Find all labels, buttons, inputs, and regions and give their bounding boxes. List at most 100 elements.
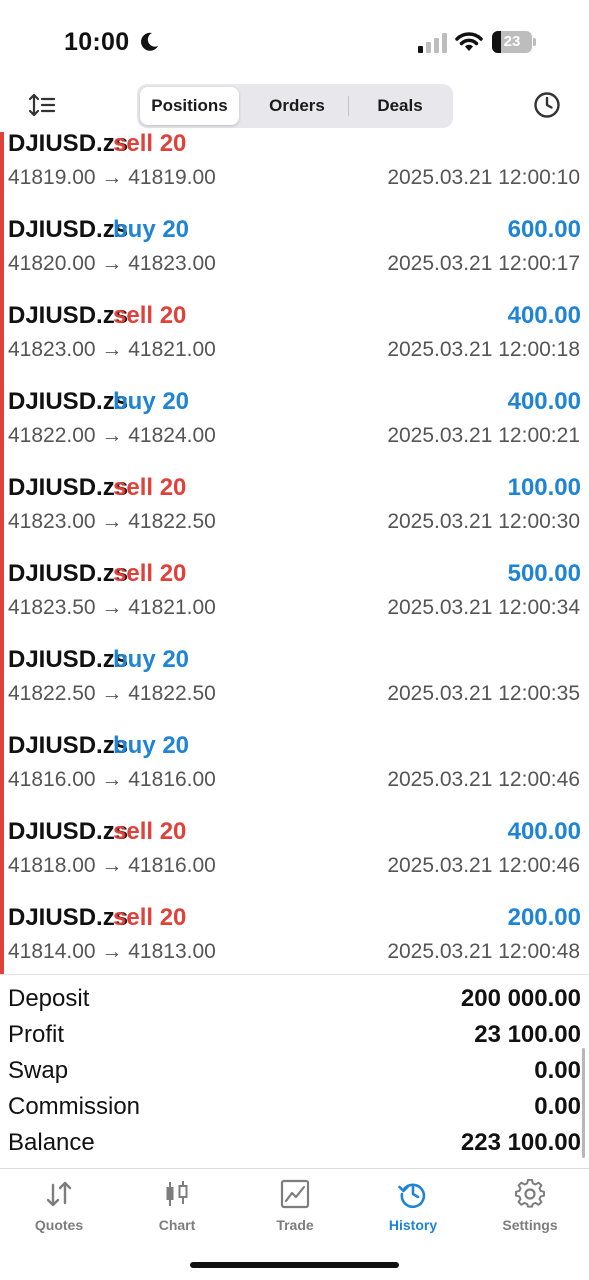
summary-label: Profit xyxy=(8,1021,65,1048)
tab-label: Settings xyxy=(502,1217,558,1233)
deal-symbol: DJIUSD.zs xyxy=(8,732,129,759)
deal-type: sell 20 xyxy=(113,818,187,845)
deal-time: 2025.03.21 12:00:10 xyxy=(387,166,580,189)
summary-row-swap: Swap 0.00 xyxy=(0,1057,589,1093)
deal-time: 2025.03.21 12:00:35 xyxy=(387,682,580,705)
scrollbar[interactable] xyxy=(582,1048,585,1158)
tab-label: History xyxy=(388,1217,438,1233)
moon-icon xyxy=(141,32,158,51)
deal-row[interactable]: DJIUSD.zs sell 20 200.00 41814.00 → 4181… xyxy=(0,904,589,974)
summary-value: 23 100.00 xyxy=(474,1021,581,1048)
deal-time: 2025.03.21 12:00:30 xyxy=(387,510,580,533)
deals-list[interactable]: DJIUSD.zs sell 20 41819.00 → 41819.00 20… xyxy=(0,132,589,974)
tab-positions[interactable]: Positions xyxy=(140,87,239,125)
clock-icon[interactable] xyxy=(533,91,561,119)
tab-label: Trade xyxy=(276,1217,314,1233)
deal-symbol: DJIUSD.zs xyxy=(8,216,129,243)
tab-settings[interactable]: Settings xyxy=(471,1169,589,1239)
tab-history[interactable]: History xyxy=(354,1169,472,1239)
deal-row[interactable]: DJIUSD.zs sell 20 400.00 41818.00 → 4181… xyxy=(0,818,589,904)
deal-prices: 41823.00 → 41821.00 xyxy=(8,338,216,361)
segmented-control: Positions Orders Deals xyxy=(137,84,453,128)
summary-value: 0.00 xyxy=(534,1057,581,1084)
deal-prices: 41820.00 → 41823.00 xyxy=(8,252,216,275)
tab-quotes[interactable]: Quotes xyxy=(0,1169,118,1239)
deal-symbol: DJIUSD.zs xyxy=(8,302,129,329)
deal-type: buy 20 xyxy=(113,646,190,673)
deal-row[interactable]: DJIUSD.zs buy 20 41816.00 → 41816.00 202… xyxy=(0,732,589,818)
deal-prices: 41818.00 → 41816.00 xyxy=(8,854,216,877)
account-summary: Deposit 200 000.00 Profit 23 100.00 Swap… xyxy=(0,974,589,1168)
segment-divider xyxy=(348,96,349,116)
deal-profit: 100.00 xyxy=(507,474,581,501)
deal-profit: 400.00 xyxy=(507,388,581,415)
deal-prices: 41816.00 → 41816.00 xyxy=(8,768,216,791)
deal-row[interactable]: DJIUSD.zs sell 20 500.00 41823.50 → 4182… xyxy=(0,560,589,646)
deal-time: 2025.03.21 12:00:46 xyxy=(387,854,580,877)
summary-label: Commission xyxy=(8,1093,141,1120)
deal-prices: 41814.00 → 41813.00 xyxy=(8,940,216,963)
deal-time: 2025.03.21 12:00:34 xyxy=(387,596,580,619)
summary-label: Swap xyxy=(8,1057,69,1084)
deal-type: sell 20 xyxy=(113,560,187,587)
deal-type: sell 20 xyxy=(113,132,187,157)
deal-time: 2025.03.21 12:00:17 xyxy=(387,252,580,275)
deal-prices: 41823.50 → 41821.00 xyxy=(8,596,216,619)
deal-prices: 41822.00 → 41824.00 xyxy=(8,424,216,447)
deal-profit: 400.00 xyxy=(507,818,581,845)
deal-row[interactable]: DJIUSD.zs sell 20 400.00 41823.00 → 4182… xyxy=(0,302,589,388)
history-icon xyxy=(398,1183,426,1209)
status-bar: 10:00 23 xyxy=(0,0,589,80)
status-time: 10:00 xyxy=(64,28,130,56)
deal-symbol: DJIUSD.zs xyxy=(8,474,129,501)
deal-symbol: DJIUSD.zs xyxy=(8,646,129,673)
deal-time: 2025.03.21 12:00:18 xyxy=(387,338,580,361)
battery-level: 23 xyxy=(503,33,521,50)
deal-symbol: DJIUSD.zs xyxy=(8,560,129,587)
deal-type: buy 20 xyxy=(113,216,190,243)
deal-symbol: DJIUSD.zs xyxy=(8,904,129,931)
candlestick-chart-icon xyxy=(166,1181,188,1206)
top-toolbar: Positions Orders Deals xyxy=(0,80,589,132)
deal-row[interactable]: DJIUSD.zs sell 20 100.00 41823.00 → 4182… xyxy=(0,474,589,560)
deal-row[interactable]: DJIUSD.zs buy 20 41822.50 → 41822.50 202… xyxy=(0,646,589,732)
tab-label: Quotes xyxy=(34,1217,84,1233)
home-indicator xyxy=(190,1262,399,1268)
quotes-icon xyxy=(46,1181,72,1207)
tab-trade[interactable]: Trade xyxy=(236,1169,354,1239)
trade-chart-icon xyxy=(280,1179,310,1209)
sort-icon[interactable] xyxy=(28,92,56,118)
deal-profit: 500.00 xyxy=(507,560,581,587)
summary-label: Deposit xyxy=(8,985,90,1012)
settings-gear-icon xyxy=(515,1179,545,1208)
deal-type: buy 20 xyxy=(113,388,190,415)
signal-icon xyxy=(418,33,447,53)
deal-prices: 41822.50 → 41822.50 xyxy=(8,682,216,705)
deal-symbol: DJIUSD.zs xyxy=(8,132,129,157)
deal-time: 2025.03.21 12:00:46 xyxy=(387,768,580,791)
wifi-icon xyxy=(455,32,483,51)
summary-row-deposit: Deposit 200 000.00 xyxy=(0,985,589,1021)
deal-prices: 41819.00 → 41819.00 xyxy=(8,166,216,189)
tab-label: Chart xyxy=(158,1217,196,1233)
deal-prices: 41823.00 → 41822.50 xyxy=(8,510,216,533)
deal-profit: 600.00 xyxy=(507,216,581,243)
deal-symbol: DJIUSD.zs xyxy=(8,388,129,415)
deal-type: sell 20 xyxy=(113,474,187,501)
battery-icon: 23 xyxy=(492,31,536,53)
deal-row[interactable]: DJIUSD.zs sell 20 41819.00 → 41819.00 20… xyxy=(0,132,589,216)
summary-label: Balance xyxy=(8,1129,95,1156)
tab-chart[interactable]: Chart xyxy=(118,1169,236,1239)
summary-row-balance: Balance 223 100.00 xyxy=(0,1129,589,1165)
tab-deals[interactable]: Deals xyxy=(352,87,448,125)
tab-orders[interactable]: Orders xyxy=(247,87,347,125)
deal-type: sell 20 xyxy=(113,302,187,329)
summary-value: 0.00 xyxy=(534,1093,581,1120)
summary-value: 223 100.00 xyxy=(460,1129,581,1156)
deal-row[interactable]: DJIUSD.zs buy 20 400.00 41822.00 → 41824… xyxy=(0,388,589,474)
summary-row-commission: Commission 0.00 xyxy=(0,1093,589,1129)
summary-value: 200 000.00 xyxy=(460,985,581,1012)
deal-profit: 400.00 xyxy=(507,302,581,329)
deal-type: buy 20 xyxy=(113,732,190,759)
deal-row[interactable]: DJIUSD.zs buy 20 600.00 41820.00 → 41823… xyxy=(0,216,589,302)
